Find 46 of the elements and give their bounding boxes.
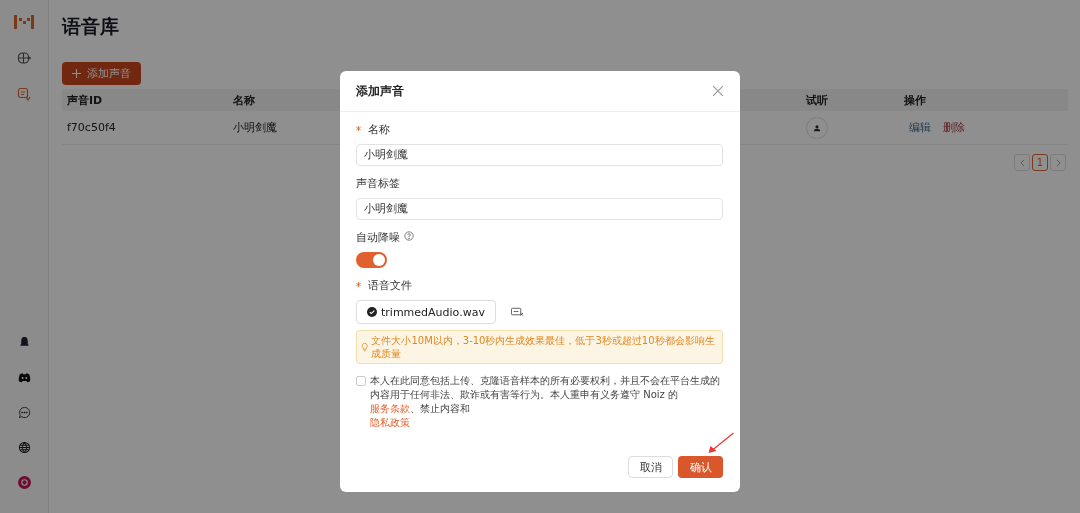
- nav-icon[interactable]: [17, 51, 31, 65]
- field-label: 声音标签: [356, 176, 400, 191]
- chevron-left-icon: [1019, 158, 1025, 167]
- confirm-button[interactable]: 确认: [678, 456, 723, 478]
- discord-icon[interactable]: [17, 371, 31, 384]
- edit-link[interactable]: 编辑: [909, 120, 931, 135]
- agreement-text: 本人在此同意包括上传、克隆语音样本的所有必要权利，并且不会在平台生成的内容用于任何非法、欺诈或有害等行为。本人重申有义务遵守 Noiz 的 服务条款、禁止内容和 隐私政策: [370, 374, 721, 430]
- chevron-right-icon: [1055, 158, 1061, 167]
- globe-icon[interactable]: [17, 441, 31, 454]
- ghost-icon[interactable]: [17, 336, 31, 349]
- field-label: 名称: [368, 122, 390, 137]
- table-cell: f70c50f4: [67, 121, 116, 134]
- page-button[interactable]: 1: [1032, 154, 1048, 171]
- check-circle-icon: [367, 307, 377, 317]
- column-header: 操作: [904, 92, 927, 108]
- table-cell: 小明剑魔: [233, 121, 277, 134]
- avatar-icon[interactable]: [17, 476, 31, 489]
- cancel-button[interactable]: 取消: [628, 456, 673, 478]
- nav-icon[interactable]: [17, 87, 31, 101]
- input-field[interactable]: 小明剑魔: [356, 198, 723, 220]
- logo-icon: [14, 15, 34, 29]
- toggle-switch[interactable]: [356, 252, 387, 268]
- field-label: 语音文件: [368, 278, 412, 293]
- column-header: 试听: [806, 92, 829, 108]
- column-header: 声音ID: [67, 92, 104, 108]
- column-header: 名称: [233, 92, 256, 108]
- checkbox[interactable]: [356, 376, 366, 386]
- file-chip[interactable]: trimmedAudio.wav: [356, 300, 496, 324]
- page-title: 语音库: [62, 14, 119, 39]
- input-field[interactable]: 小明剑魔: [356, 144, 723, 166]
- dialog-title: 添加声音: [356, 82, 404, 100]
- arrow-drawing: [706, 432, 736, 454]
- add-voice-button[interactable]: 添加声音: [62, 62, 141, 85]
- chat-icon[interactable]: [17, 406, 31, 419]
- delete-link[interactable]: 删除: [943, 120, 965, 135]
- plus-icon: [72, 69, 81, 78]
- remove-file-icon[interactable]: [510, 307, 524, 317]
- lightbulb-icon: [361, 342, 369, 352]
- privacy-link[interactable]: 隐私政策: [370, 417, 410, 428]
- field-label: 自动降噪: [356, 230, 400, 245]
- help-icon[interactable]: [404, 231, 414, 241]
- play-button[interactable]: [806, 116, 828, 139]
- person-icon: [813, 123, 821, 132]
- close-button[interactable]: [712, 85, 724, 97]
- terms-link[interactable]: 服务条款: [370, 403, 410, 414]
- tip-text: 文件大小10M以内，3-10秒内生成效果最佳，低于3秒或超过10秒都会影响生成质量: [371, 334, 716, 360]
